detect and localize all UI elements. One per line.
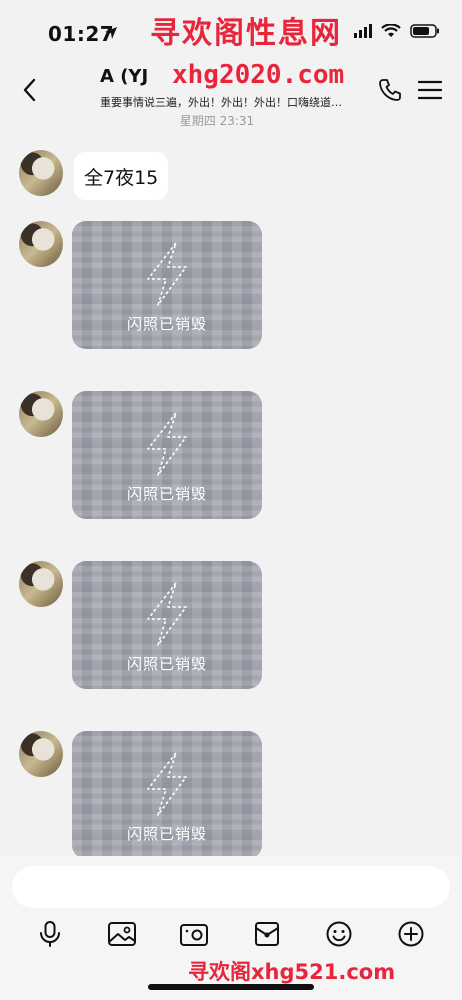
microphone-icon xyxy=(40,921,60,947)
flash-photo-message[interactable]: 闪照已销毁 xyxy=(72,561,262,689)
lightning-icon xyxy=(147,582,187,646)
flash-photo-message[interactable]: 闪照已销毁 xyxy=(72,731,262,859)
wifi-icon xyxy=(381,24,401,37)
camera-button[interactable] xyxy=(178,918,210,950)
text-message-bubble[interactable]: 全7夜15 xyxy=(74,152,169,200)
chevron-left-icon xyxy=(23,78,36,102)
signal-icon xyxy=(354,24,372,38)
avatar[interactable] xyxy=(19,731,63,777)
flash-photo-message[interactable]: 闪照已销毁 xyxy=(72,221,262,349)
lightning-icon xyxy=(147,752,187,816)
plus-icon xyxy=(398,921,424,947)
avatar[interactable] xyxy=(19,221,63,267)
more-button[interactable] xyxy=(395,918,427,950)
image-icon xyxy=(108,922,136,946)
red-packet-icon xyxy=(255,922,279,946)
call-button[interactable] xyxy=(376,76,404,104)
camera-icon xyxy=(180,924,208,946)
home-indicator xyxy=(148,984,314,990)
flash-photo-message[interactable]: 闪照已销毁 xyxy=(72,391,262,519)
avatar[interactable] xyxy=(19,391,63,437)
emoji-icon xyxy=(326,921,352,947)
back-button[interactable] xyxy=(14,74,46,106)
chat-subtitle: 重要事情说三遍，外出！外出！外出！口嗨绕道… xyxy=(100,96,342,109)
avatar[interactable] xyxy=(19,150,63,196)
flash-photo-label: 闪照已销毁 xyxy=(126,485,207,503)
hamburger-menu-icon xyxy=(417,80,443,100)
message-input[interactable] xyxy=(12,866,450,908)
flash-photo-label: 闪照已销毁 xyxy=(126,315,207,333)
gallery-button[interactable] xyxy=(106,918,138,950)
flash-photo-label: 闪照已销毁 xyxy=(126,825,207,843)
status-indicators xyxy=(354,24,440,38)
date-stamp: 星期四 23:31 xyxy=(179,114,255,128)
avatar[interactable] xyxy=(19,561,63,607)
battery-icon xyxy=(410,24,439,38)
lightning-icon xyxy=(147,242,187,306)
emoji-button[interactable] xyxy=(323,918,355,950)
watermark-top: 寻欢阁性息网 xyxy=(150,16,342,51)
location-arrow-icon xyxy=(105,27,117,39)
flash-photo-label: 闪照已销毁 xyxy=(126,655,207,673)
watermark-url: xhg2020.com xyxy=(172,60,345,90)
menu-button[interactable] xyxy=(416,76,444,104)
red-packet-button[interactable] xyxy=(251,918,283,950)
voice-button[interactable] xyxy=(34,918,66,950)
phone-icon xyxy=(379,79,401,101)
lightning-icon xyxy=(147,412,187,476)
watermark-bottom: 寻欢阁xhg521.com xyxy=(188,960,396,984)
